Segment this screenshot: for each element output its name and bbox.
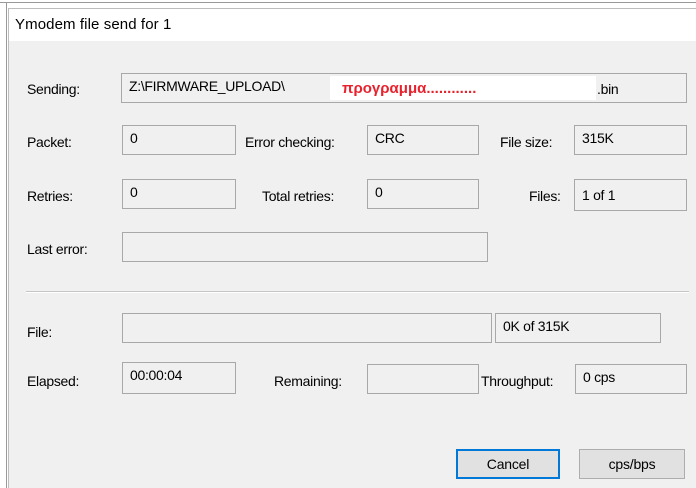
file-progress-text: 0K of 315K (495, 313, 661, 343)
error-checking-field: CRC (367, 125, 479, 155)
last-error-field (122, 232, 488, 262)
background-window-edge (0, 2, 696, 3)
throughput-label: Throughput: (481, 373, 554, 389)
window-title: Ymodem file send for 1 (15, 16, 172, 33)
files-label: Files: (529, 188, 561, 204)
error-checking-label: Error checking: (245, 134, 335, 150)
file-size-field: 315K (574, 125, 687, 155)
sending-path: Z:\FIRMWARE_UPLOAD\ (129, 78, 285, 94)
separator (26, 291, 689, 293)
file-label: File: (27, 324, 52, 340)
sending-extension: .bin (597, 81, 619, 97)
redacted-filename: προγραμμα............ (342, 80, 477, 97)
packet-field: 0 (122, 125, 236, 155)
elapsed-field: 00:00:04 (122, 362, 236, 394)
redaction-overlay: προγραμμα............ (330, 76, 596, 100)
packet-label: Packet: (27, 134, 72, 150)
last-error-label: Last error: (27, 241, 88, 257)
cps-bps-button[interactable]: cps/bps (579, 449, 685, 479)
file-progress-bar (122, 313, 492, 343)
sending-label: Sending: (27, 81, 80, 97)
file-size-label: File size: (500, 134, 553, 150)
total-retries-field: 0 (367, 179, 479, 209)
ymodem-dialog: Ymodem file send for 1 Sending: Z:\FIRMW… (8, 8, 696, 488)
files-field: 1 of 1 (574, 179, 687, 211)
remaining-field (367, 364, 479, 394)
throughput-field: 0 cps (575, 364, 687, 394)
retries-label: Retries: (27, 188, 73, 204)
retries-field: 0 (122, 179, 236, 209)
remaining-label: Remaining: (274, 373, 342, 389)
total-retries-label: Total retries: (262, 188, 335, 204)
background-window-edge-left (6, 2, 7, 488)
cancel-button[interactable]: Cancel (456, 449, 560, 479)
title-bar[interactable]: Ymodem file send for 1 (9, 9, 696, 41)
elapsed-label: Elapsed: (27, 373, 80, 389)
